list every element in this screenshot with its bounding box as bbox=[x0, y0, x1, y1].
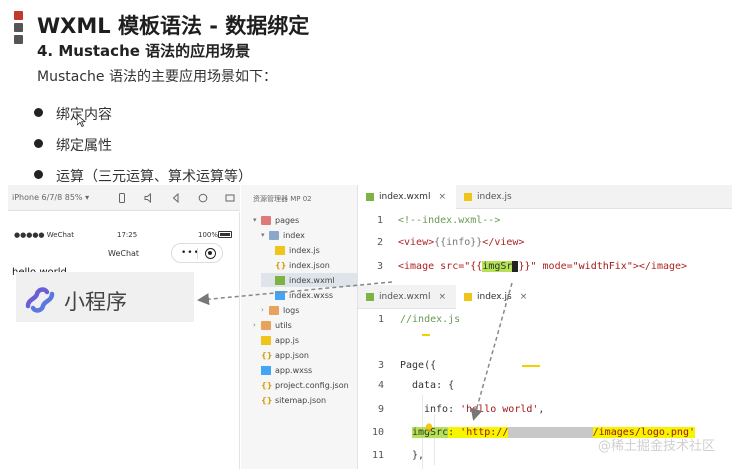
json-file-icon: {} bbox=[261, 395, 273, 405]
slide-title: WXML 模板语法 - 数据绑定 bbox=[37, 14, 310, 38]
img-src-highlight: imgSr bbox=[482, 260, 513, 272]
tree-item-project-config[interactable]: {} project.config.json bbox=[261, 378, 349, 392]
bullet-list: 绑定内容 绑定属性 运算（三元运算、算术运算等） bbox=[34, 98, 252, 191]
slide-intro: Mustache 语法的主要应用场景如下： bbox=[37, 69, 277, 85]
tab-index-wxml[interactable]: index.wxml × bbox=[358, 185, 456, 209]
wxss-file-icon bbox=[261, 365, 271, 375]
tree-item-index[interactable]: ▾ index bbox=[261, 228, 305, 242]
close-icon[interactable]: × bbox=[438, 192, 446, 202]
code-line[interactable]: 4 data: { bbox=[358, 375, 454, 395]
status-bar: ●●●●● WeChat 17:25 100% bbox=[14, 230, 234, 242]
json-file-icon: {} bbox=[261, 350, 273, 360]
tree-item-app-wxss[interactable]: app.wxss bbox=[261, 363, 312, 377]
bullet-item: 绑定属性 bbox=[34, 129, 252, 160]
code-line[interactable]: 11}, bbox=[358, 445, 424, 465]
folder-icon bbox=[269, 230, 279, 240]
back-icon[interactable] bbox=[171, 192, 181, 203]
watermark-bottom: @稀土掘金技术社区 bbox=[598, 439, 716, 454]
record-icon[interactable] bbox=[205, 248, 216, 259]
battery-icon bbox=[218, 231, 232, 238]
json-file-icon: {} bbox=[261, 380, 273, 390]
tab-index-js[interactable]: index.js bbox=[456, 185, 522, 209]
code-line[interactable]: 3 Page({ bbox=[358, 355, 436, 375]
code-line[interactable]: 1//index.js bbox=[358, 309, 460, 329]
tab-index-wxml[interactable]: index.wxml × bbox=[358, 285, 456, 309]
tree-item-utils[interactable]: › utils bbox=[253, 318, 292, 332]
tree-item-index-wxss[interactable]: index.wxss bbox=[275, 288, 333, 302]
tree-item-app-js[interactable]: app.js bbox=[261, 333, 299, 347]
folder-icon bbox=[269, 305, 279, 315]
mouse-cursor-icon bbox=[77, 115, 86, 127]
folder-icon bbox=[261, 320, 271, 330]
blurred-url: xxxxxxxxxxxxxx bbox=[508, 426, 593, 438]
js-file-icon bbox=[275, 245, 285, 255]
title-decoration bbox=[14, 11, 23, 44]
miniprogram-logo-icon bbox=[25, 287, 55, 313]
tree-item-pages[interactable]: ▾ pages bbox=[253, 213, 299, 227]
code-line[interactable]: 1 <!--index.wxml--> bbox=[358, 209, 500, 231]
folder-icon bbox=[261, 215, 271, 225]
js-file-icon bbox=[464, 293, 472, 301]
wxml-file-icon bbox=[366, 193, 374, 201]
volume-icon[interactable] bbox=[144, 192, 154, 203]
device-select[interactable]: iPhone 6/7/8 85% ▾ bbox=[12, 193, 100, 202]
json-file-icon: {} bbox=[275, 260, 287, 270]
tree-item-app-json[interactable]: {} app.json bbox=[261, 348, 309, 362]
wxml-file-icon bbox=[366, 293, 374, 301]
js-file-icon bbox=[261, 335, 271, 345]
tree-item-index-json[interactable]: {} index.json bbox=[275, 258, 330, 272]
simulator-toolbar: iPhone 6/7/8 85% ▾ bbox=[8, 185, 240, 211]
bullet-item: 绑定内容 bbox=[34, 98, 252, 129]
tree-item-logs[interactable]: › logs bbox=[261, 303, 299, 317]
home-icon[interactable] bbox=[198, 193, 208, 203]
miniprogram-logo-card: 小程序 bbox=[16, 272, 194, 322]
nav-title: WeChat bbox=[108, 249, 140, 258]
logo-text: 小程序 bbox=[64, 290, 127, 314]
bullet-dot-icon bbox=[34, 108, 43, 117]
simulator-screen: ●●●●● WeChat 17:25 100% WeChat ••• hello… bbox=[8, 212, 240, 469]
tree-item-index-wxml[interactable]: index.wxml bbox=[261, 273, 357, 287]
code-line[interactable]: 2 <view> {{info}} </view> bbox=[358, 231, 524, 253]
status-time: 17:25 bbox=[117, 231, 138, 239]
code-line[interactable]: 3 <image src= "{{imgSr c}}" mode= "widthFix… bbox=[358, 255, 687, 277]
file-explorer: 资源管理器 MP 02 ▾ pages ▾ index index.js {} ind… bbox=[241, 185, 358, 469]
explorer-header: 资源管理器 MP 02 bbox=[253, 195, 312, 203]
bullet-dot-icon bbox=[34, 139, 43, 148]
carrier-text: ●●●●● WeChat bbox=[14, 231, 74, 239]
tree-item-index-js[interactable]: index.js bbox=[275, 243, 320, 257]
wxss-file-icon bbox=[275, 290, 285, 300]
wxml-file-icon bbox=[275, 275, 285, 285]
menu-capsule[interactable]: ••• bbox=[171, 243, 223, 263]
tree-item-sitemap[interactable]: {} sitemap.json bbox=[261, 393, 326, 407]
editor-tab-bar: index.wxml × index.js × bbox=[358, 285, 538, 309]
rotate-icon[interactable] bbox=[225, 193, 235, 203]
tab-index-js[interactable]: index.js × bbox=[456, 285, 538, 309]
code-line[interactable]: 9 info: 'hello world', bbox=[358, 399, 544, 419]
editor-tab-bar: index.wxml × index.js bbox=[358, 185, 732, 209]
lightbulb-icon[interactable] bbox=[425, 423, 433, 433]
battery-text: 100% bbox=[198, 231, 219, 239]
close-icon[interactable]: × bbox=[438, 292, 446, 302]
wxml-editor: index.wxml × index.js 1 <!--index.wxml--… bbox=[358, 185, 732, 285]
phone-icon[interactable] bbox=[117, 192, 127, 203]
js-file-icon bbox=[464, 193, 472, 201]
close-icon[interactable]: × bbox=[520, 292, 528, 302]
bullet-dot-icon bbox=[34, 170, 43, 179]
slide-subtitle: 4. Mustache 语法的应用场景 bbox=[37, 42, 251, 60]
